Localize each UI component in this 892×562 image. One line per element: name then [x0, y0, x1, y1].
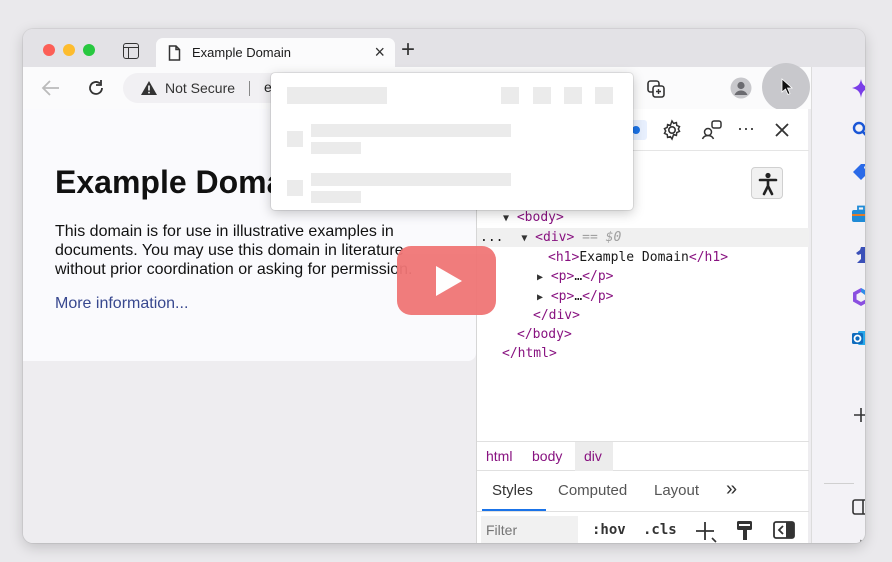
paint-brush-icon[interactable] [736, 520, 754, 542]
new-tab-button[interactable]: + [401, 37, 415, 63]
cursor-icon [781, 78, 794, 96]
hide-sidebar-icon[interactable] [852, 499, 865, 515]
more-tabs-icon[interactable]: » [726, 478, 737, 501]
sidebar-settings-gear-icon[interactable] [851, 539, 865, 543]
feedback-icon[interactable] [701, 119, 723, 141]
browser-window: Example Domain × + Not Secure e Example … [23, 29, 865, 543]
microsoft-365-icon[interactable] [851, 287, 865, 307]
styles-tabbar: Styles Computed Layout » [477, 472, 809, 512]
accessibility-icon [758, 172, 778, 196]
dom-node-body-close[interactable]: </body> [517, 325, 572, 344]
tab-example-domain[interactable]: Example Domain × [156, 38, 395, 68]
loading-popup [271, 73, 633, 210]
dom-node-html-close[interactable]: </html> [502, 344, 557, 363]
copilot-sparkle-icon[interactable] [850, 78, 865, 100]
dom-node-h1[interactable]: <h1>Example Domain</h1> [548, 248, 728, 267]
skeleton-line [311, 142, 361, 154]
styles-filter-row: :hov .cls [477, 513, 809, 543]
skeleton-button [595, 87, 613, 104]
minimize-window-button[interactable] [63, 44, 75, 56]
play-icon [436, 266, 462, 296]
more-information-link[interactable]: More information... [55, 295, 188, 313]
add-sidebar-app-icon[interactable] [853, 407, 865, 423]
skeleton-button [501, 87, 519, 104]
collapse-triangle-icon[interactable]: ▼ [521, 233, 527, 244]
cls-button[interactable]: .cls [643, 522, 677, 538]
outlook-icon[interactable] [851, 329, 865, 347]
hov-button[interactable]: :hov [592, 522, 626, 538]
tab-title: Example Domain [192, 45, 291, 60]
video-play-button[interactable] [397, 246, 496, 315]
extension-highlight[interactable] [762, 63, 810, 111]
skeleton-line [311, 191, 361, 203]
close-window-button[interactable] [43, 44, 55, 56]
dom-node-div-close[interactable]: </div> [533, 306, 580, 325]
new-style-rule-icon[interactable] [695, 521, 717, 543]
dom-node-p[interactable]: ▶ <p>…</p> [537, 267, 613, 287]
page-paragraph: This domain is for use in illustrative e… [55, 223, 413, 278]
breadcrumb: html body div [477, 441, 809, 471]
address-separator [249, 81, 250, 96]
skeleton-icon [287, 131, 303, 147]
title-bar: Example Domain × + [23, 29, 865, 68]
profile-avatar[interactable] [730, 77, 752, 99]
settings-gear-icon[interactable] [661, 119, 683, 141]
skeleton-line [311, 124, 511, 137]
tools-briefcase-icon[interactable] [851, 205, 865, 223]
tab-computed[interactable]: Computed [558, 482, 627, 499]
more-tools-icon[interactable]: ··· [737, 118, 755, 139]
sidebar-divider [824, 483, 854, 484]
tab-layout[interactable]: Layout [654, 482, 699, 499]
skeleton-line [311, 173, 511, 186]
tab-styles[interactable]: Styles [492, 482, 533, 499]
close-devtools-icon[interactable] [774, 122, 790, 138]
toggle-sidebar-icon[interactable] [773, 521, 795, 539]
back-icon[interactable] [41, 79, 61, 97]
breadcrumb-html[interactable]: html [486, 448, 512, 464]
search-icon[interactable] [852, 121, 865, 139]
expand-triangle-icon[interactable]: ▶ [537, 272, 543, 283]
dom-ellipsis[interactable]: ... [480, 230, 503, 245]
skeleton-icon [287, 180, 303, 196]
selected-marker: == $0 [582, 230, 622, 245]
accessibility-button[interactable] [751, 167, 783, 199]
shopping-tag-icon[interactable] [852, 163, 865, 181]
styles-filter-input[interactable] [481, 516, 578, 543]
close-tab-button[interactable]: × [374, 43, 385, 61]
skeleton-button [533, 87, 551, 104]
warning-icon[interactable] [140, 80, 158, 96]
refresh-icon[interactable] [86, 78, 106, 98]
security-label[interactable]: Not Secure [165, 80, 235, 96]
collections-icon[interactable] [646, 79, 666, 99]
skeleton-title [287, 87, 387, 104]
collapse-triangle-icon[interactable]: ▼ [503, 213, 509, 224]
expand-triangle-icon[interactable]: ▶ [537, 292, 543, 303]
page-empty-area [23, 361, 476, 543]
page-icon [168, 45, 181, 61]
skeleton-button [564, 87, 582, 104]
breadcrumb-div[interactable]: div [584, 448, 602, 464]
dom-node-div[interactable]: ... ▼ <div> == $0 [480, 228, 621, 248]
dom-node-body[interactable]: ▼ <body> [503, 208, 564, 228]
active-tab-indicator [482, 509, 546, 511]
breadcrumb-body[interactable]: body [532, 448, 562, 464]
games-chess-icon[interactable] [851, 245, 865, 265]
edge-sidebar [811, 67, 865, 543]
dom-node-p[interactable]: ▶ <p>…</p> [537, 287, 613, 307]
zoom-window-button[interactable] [83, 44, 95, 56]
tab-actions-icon[interactable] [123, 43, 139, 59]
